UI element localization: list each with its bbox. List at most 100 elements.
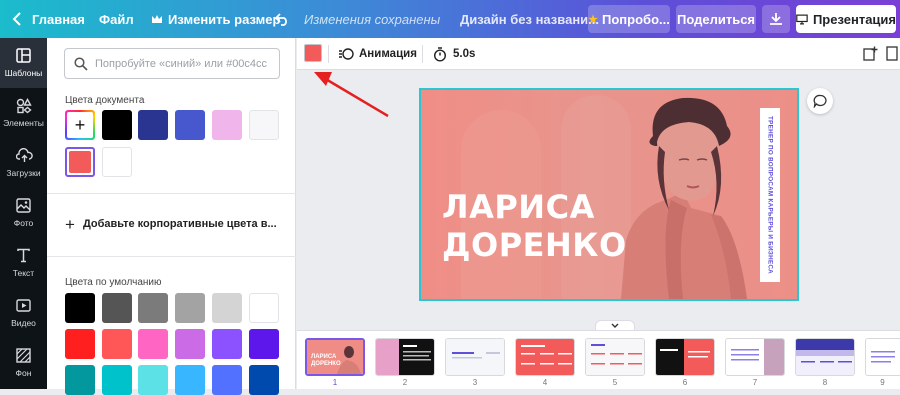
page-thumbnail[interactable]: [795, 338, 855, 376]
default-color-swatch[interactable]: [102, 329, 132, 359]
duplicate-page-button[interactable]: [886, 46, 898, 66]
slide-canvas[interactable]: ЛАРИСА ДОРЕНКО ТРЕНЕР ПО ВОПРОСАМ КАРЬЕР…: [419, 88, 799, 301]
default-color-swatch[interactable]: [138, 365, 168, 395]
speaker-first-name[interactable]: ЛАРИСА: [442, 189, 595, 225]
thumbnail-preview: [376, 339, 434, 375]
default-color-swatch[interactable]: [212, 329, 242, 359]
toolbar-separator: [422, 45, 423, 63]
page-thumbnail[interactable]: [375, 338, 435, 376]
home-link[interactable]: Главная: [12, 0, 85, 38]
duration-button[interactable]: 5.0s: [433, 45, 475, 63]
default-colors-title: Цвета по умолчанию: [65, 277, 162, 288]
page-number: 9: [880, 378, 885, 387]
page-number: 7: [752, 378, 758, 387]
vertical-tagline-box[interactable]: ТРЕНЕР ПО ВОПРОСАМ КАРЬЕРЫ И БИЗНЕСА: [760, 108, 780, 282]
page-thumbnail[interactable]: [725, 338, 785, 376]
default-color-swatch[interactable]: [249, 293, 279, 323]
shapes-icon: [16, 98, 32, 114]
video-icon: [16, 299, 31, 312]
document-color-swatch[interactable]: [212, 110, 242, 140]
add-color-button[interactable]: +: [65, 110, 95, 140]
white-color-swatch[interactable]: [102, 147, 132, 177]
design-title[interactable]: Дизайн без названи...: [460, 0, 599, 38]
default-color-swatch[interactable]: [65, 365, 95, 395]
download-icon: [770, 13, 782, 25]
present-button[interactable]: Презентация: [796, 5, 896, 33]
page-thumbnail[interactable]: [865, 338, 900, 376]
add-page-button[interactable]: [863, 46, 878, 66]
nav-video[interactable]: Видео: [0, 288, 47, 338]
page-thumbnail[interactable]: ЛАРИСА ДОРЕНКО: [305, 338, 365, 376]
resize-button[interactable]: Изменить размер: [151, 0, 280, 38]
default-color-swatch[interactable]: [138, 293, 168, 323]
page-number: 1: [332, 378, 338, 387]
page-thumbnail[interactable]: [585, 338, 645, 376]
thumbnail-preview: [866, 339, 900, 375]
annotation-arrow: [314, 72, 389, 118]
color-panel: Цвета документа + + Добавьте корпоративн…: [47, 38, 296, 395]
try-pro-button[interactable]: ★ Попробо...: [588, 5, 670, 33]
divider: [47, 256, 296, 257]
nav-templates[interactable]: Шаблоны: [0, 38, 47, 88]
default-color-swatch[interactable]: [175, 365, 205, 395]
default-color-swatch[interactable]: [175, 329, 205, 359]
default-color-swatch[interactable]: [212, 293, 242, 323]
undo-button[interactable]: [275, 0, 290, 38]
default-color-swatch[interactable]: [212, 365, 242, 395]
page-filmstrip: ЛАРИСА ДОРЕНКО 1 2 3 4 5 6 7 8 9: [297, 330, 900, 389]
divider: [47, 193, 296, 194]
nav-text[interactable]: Текст: [0, 238, 47, 288]
default-color-swatch[interactable]: [102, 293, 132, 323]
default-color-swatch[interactable]: [65, 293, 95, 323]
search-icon: [74, 57, 88, 71]
default-color-swatch[interactable]: [249, 365, 279, 395]
selected-color-swatch[interactable]: [65, 147, 95, 177]
page-thumbnail[interactable]: [655, 338, 715, 376]
download-button[interactable]: [762, 5, 790, 33]
page-number: 8: [822, 378, 828, 387]
thumbnail-preview: [726, 339, 784, 375]
file-menu[interactable]: Файл: [99, 0, 134, 38]
thumbnail-preview: [586, 339, 644, 375]
default-color-swatch[interactable]: [175, 293, 205, 323]
nav-background[interactable]: Фон: [0, 338, 47, 388]
selected-color-fill: [69, 151, 91, 173]
thumbnail-preview: [656, 339, 714, 375]
thumbnail-preview: [516, 339, 574, 375]
default-color-swatch[interactable]: [138, 329, 168, 359]
document-colors-title: Цвета документа: [65, 95, 145, 106]
speaker-last-name[interactable]: ДОРЕНКО: [442, 227, 627, 263]
default-color-swatch[interactable]: [102, 365, 132, 395]
timer-icon: [433, 46, 447, 62]
nav-photos[interactable]: Фото: [0, 188, 47, 238]
comment-icon: [813, 94, 827, 108]
share-button[interactable]: Поделиться: [676, 5, 756, 33]
nav-uploads[interactable]: Загрузки: [0, 138, 47, 188]
text-icon: [17, 248, 30, 263]
vertical-tagline: ТРЕНЕР ПО ВОПРОСАМ КАРЬЕРЫ И БИЗНЕСА: [766, 115, 774, 275]
color-search-input[interactable]: [95, 55, 275, 73]
page-thumbnail[interactable]: [445, 338, 505, 376]
document-color-swatch[interactable]: [175, 110, 205, 140]
page-thumbnail[interactable]: [515, 338, 575, 376]
home-label: Главная: [32, 11, 85, 27]
plus-icon: +: [65, 214, 75, 234]
thumbnail-preview: [796, 339, 854, 375]
add-brand-colors-button[interactable]: + Добавьте корпоративные цвета в...: [65, 215, 277, 233]
document-color-swatch[interactable]: [102, 110, 132, 140]
document-color-swatch[interactable]: [249, 110, 279, 140]
plus-icon: +: [67, 112, 93, 138]
default-color-swatch[interactable]: [65, 329, 95, 359]
page-number: 2: [402, 378, 408, 387]
chevron-left-icon: [12, 12, 21, 26]
page-number: 4: [542, 378, 548, 387]
color-search[interactable]: [64, 48, 280, 79]
top-bar: Главная Файл Изменить размер Изменения с…: [0, 0, 900, 38]
default-color-swatch[interactable]: [249, 329, 279, 359]
add-page-icon: [863, 46, 878, 61]
page-number: 5: [612, 378, 618, 387]
nav-elements[interactable]: Элементы: [0, 88, 47, 138]
chevron-down-icon: [611, 323, 619, 328]
comment-button[interactable]: [807, 88, 833, 114]
document-color-swatch[interactable]: [138, 110, 168, 140]
